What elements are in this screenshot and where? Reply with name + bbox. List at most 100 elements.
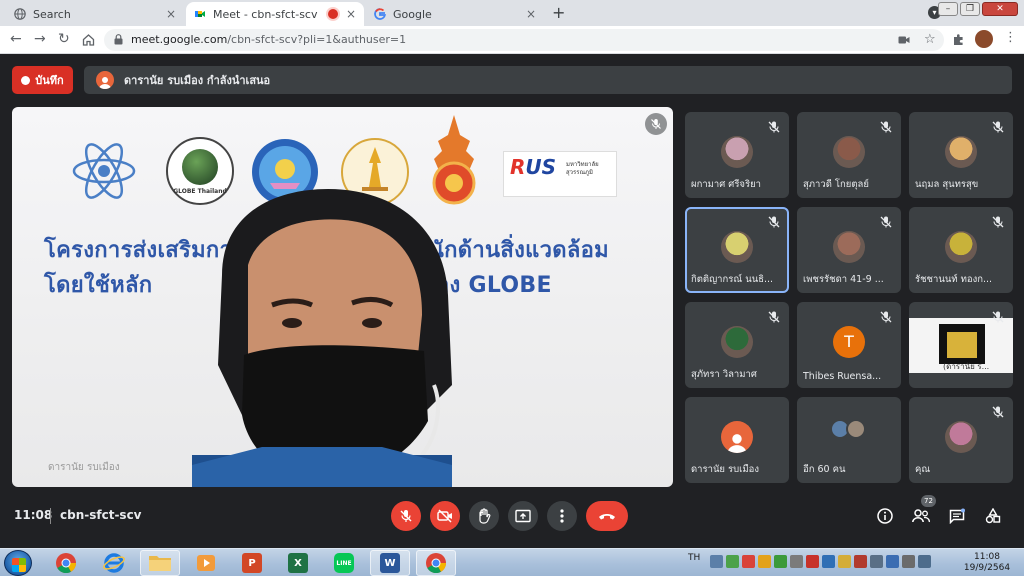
recording-indicator-icon	[328, 9, 338, 19]
close-tab-icon[interactable]: ×	[166, 7, 176, 21]
camera-toggle-button[interactable]	[430, 501, 460, 531]
participant-tile[interactable]: T Thibes Ruensa...	[797, 302, 901, 388]
maximize-button[interactable]: ❐	[960, 2, 980, 16]
participant-name: สุภัทรา วิลามาศ	[691, 369, 757, 380]
mic-off-icon	[992, 121, 1004, 133]
mic-off-icon	[992, 406, 1004, 418]
url-input[interactable]: meet.google.com/cbn-sfct-scv?pli=1&authu…	[104, 29, 944, 51]
home-icon[interactable]	[82, 33, 95, 46]
window-controls: – ❐ ✕	[938, 2, 1018, 16]
back-arrow-icon[interactable]: ←	[10, 31, 22, 47]
participant-tile[interactable]: คุณ	[909, 397, 1013, 483]
line-icon: LINE	[334, 553, 354, 573]
network-icon[interactable]	[902, 555, 915, 568]
tray-app-icon[interactable]	[870, 555, 883, 568]
participant-tile[interactable]: ดารานัย รบเมือง	[685, 397, 789, 483]
participant-tile[interactable]: (ดารานัย ร...	[909, 302, 1013, 388]
participant-tile[interactable]: กิตติญากรณ์ นนธิ...	[685, 207, 789, 293]
tray-arrow-icon[interactable]	[710, 555, 723, 568]
participant-tile[interactable]: นฤมล สุนทรสุข	[909, 112, 1013, 198]
person-icon	[99, 77, 111, 89]
tray-app-icon[interactable]	[726, 555, 739, 568]
taskbar-internet-explorer[interactable]	[94, 550, 134, 576]
chrome-icon	[426, 553, 447, 574]
raise-hand-button[interactable]	[469, 501, 499, 531]
extensions-puzzle-icon[interactable]	[952, 33, 965, 46]
new-tab-button[interactable]: +	[552, 3, 565, 22]
main-video[interactable]: GLOBE Thailand RUS มหาวิทยาลัย สุวรรณภูม…	[12, 107, 673, 487]
tab-search[interactable]: Search ×	[6, 2, 184, 26]
taskbar-chrome[interactable]	[46, 550, 86, 576]
close-tab-icon[interactable]: ×	[346, 7, 356, 21]
taskbar-chrome-active[interactable]	[416, 550, 456, 576]
tray-app-icon[interactable]	[806, 555, 819, 568]
system-date: 19/9/2564	[963, 563, 1011, 573]
taskbar-media-player[interactable]	[186, 550, 226, 576]
taskbar-file-explorer[interactable]	[140, 550, 180, 576]
tray-app-icon[interactable]	[758, 555, 771, 568]
excel-icon: X	[288, 553, 308, 573]
browser-menu-icon[interactable]: ⋮	[1004, 31, 1017, 45]
system-tray-icons	[710, 555, 931, 568]
tray-app-icon[interactable]	[838, 555, 851, 568]
participant-name: ผกามาศ ศรีจริยา	[691, 179, 762, 190]
participant-tile[interactable]: เพชรรัชดา 41-9 ...	[797, 207, 901, 293]
more-participants-avatars	[830, 419, 870, 441]
start-button[interactable]	[4, 550, 32, 576]
chat-icon	[949, 508, 965, 524]
taskbar-word[interactable]: W	[370, 550, 410, 576]
taskbar-powerpoint[interactable]: P	[232, 550, 272, 576]
participant-tile[interactable]: สุภัทรา วิลามาศ	[685, 302, 789, 388]
volume-icon[interactable]	[918, 555, 931, 568]
main-video-mic-off-icon	[645, 113, 667, 135]
close-tab-icon[interactable]: ×	[526, 7, 536, 21]
bookmark-star-icon[interactable]: ☆	[924, 32, 936, 47]
present-screen-button[interactable]	[508, 501, 538, 531]
tray-app-icon[interactable]	[886, 555, 899, 568]
record-button[interactable]: บันทึก	[12, 66, 73, 94]
participant-avatar	[721, 421, 753, 453]
folder-icon	[149, 556, 171, 571]
tray-app-icon[interactable]	[822, 555, 835, 568]
more-options-button[interactable]	[547, 501, 577, 531]
activities-button[interactable]	[981, 504, 1005, 528]
tab-google[interactable]: Google ×	[366, 2, 544, 26]
profile-avatar[interactable]	[975, 30, 993, 48]
forward-arrow-icon[interactable]: →	[34, 31, 46, 47]
google-meet-icon	[195, 11, 205, 17]
participant-tile[interactable]: อีก 60 คน	[797, 397, 901, 483]
hand-icon	[479, 508, 491, 524]
meeting-details-button[interactable]	[873, 504, 897, 528]
record-dot-icon	[21, 75, 31, 85]
globe-icon	[14, 8, 26, 20]
url-host: meet.google.com	[131, 33, 228, 46]
close-window-button[interactable]: ✕	[982, 2, 1018, 16]
minimize-button[interactable]: –	[938, 2, 958, 16]
mic-off-icon	[768, 121, 780, 133]
participant-name: สุภาวดี โกยตุลย์	[803, 179, 869, 190]
tray-app-icon[interactable]	[742, 555, 755, 568]
microphone-toggle-button[interactable]	[391, 501, 421, 531]
banner-line-2-left: โดยใช้หลัก	[44, 273, 153, 298]
participant-name: รัชชานนท์ ทองก...	[915, 274, 993, 285]
chat-button[interactable]	[945, 504, 969, 528]
participant-tile[interactable]: สุภาวดี โกยตุลย์	[797, 112, 901, 198]
taskbar-line[interactable]: LINE	[324, 550, 364, 576]
leave-call-button[interactable]	[586, 501, 628, 531]
reload-icon[interactable]: ↻	[58, 31, 70, 47]
participant-tile[interactable]: รัชชานนท์ ทองก...	[909, 207, 1013, 293]
system-clock[interactable]: 11:08 19/9/2564	[962, 552, 1012, 574]
taskbar-excel[interactable]: X	[278, 550, 318, 576]
participant-tile[interactable]: ผกามาศ ศรีจริยา	[685, 112, 789, 198]
tab-meet[interactable]: Meet - cbn-sfct-scv ×	[186, 2, 364, 26]
tray-app-icon[interactable]	[774, 555, 787, 568]
input-language-indicator[interactable]: TH	[688, 553, 700, 563]
info-icon	[877, 508, 893, 524]
main-video-name-tag: ดารานัย รบเมือง	[48, 462, 120, 473]
participants-button[interactable]	[909, 504, 933, 528]
mic-off-icon	[992, 311, 1004, 323]
tray-app-icon[interactable]	[854, 555, 867, 568]
participant-name: เพชรรัชดา 41-9 ...	[803, 274, 884, 285]
camera-indicator-icon[interactable]	[898, 35, 910, 45]
tray-app-icon[interactable]	[790, 555, 803, 568]
